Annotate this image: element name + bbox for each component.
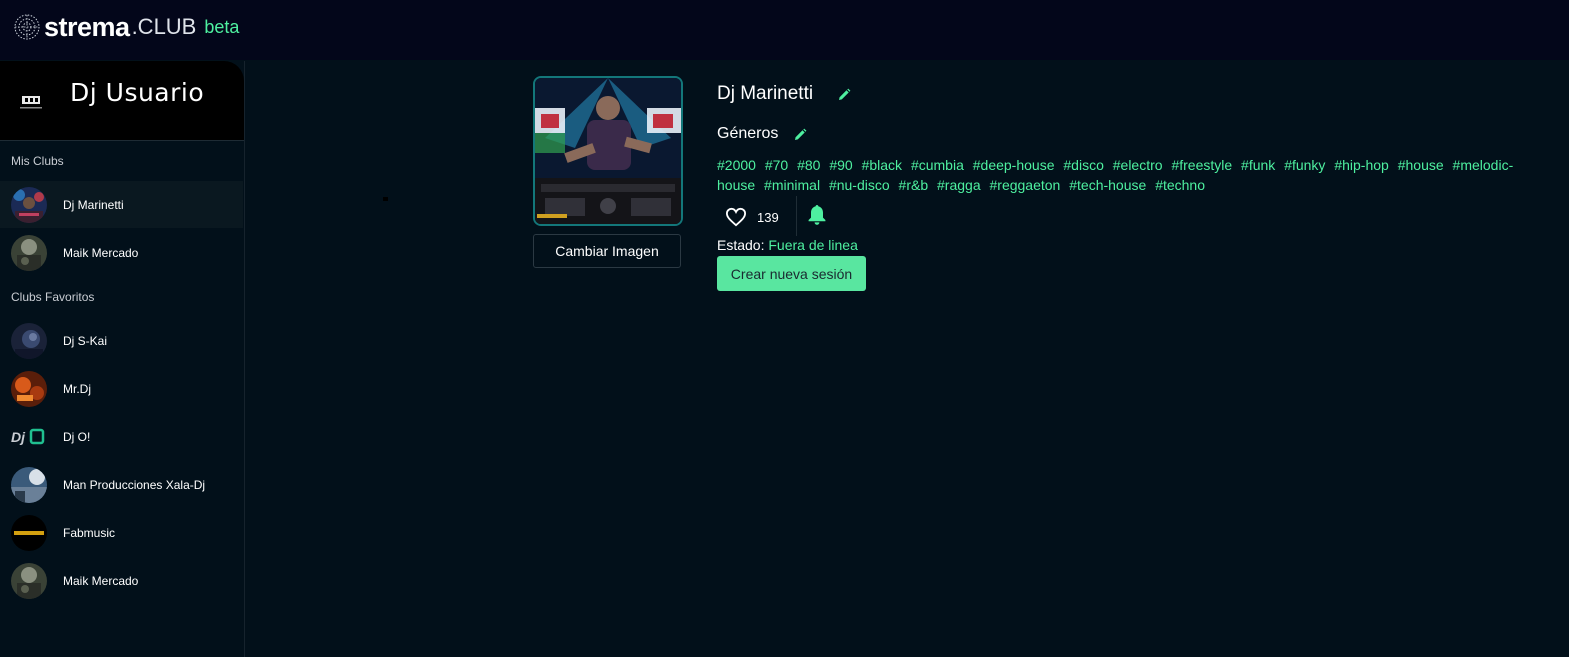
avatar: Dj: [11, 419, 47, 455]
avatar: [11, 466, 47, 503]
user-card[interactable]: Dj Usuario: [0, 61, 244, 141]
svg-text:Dj: Dj: [11, 429, 26, 445]
globe-logo-icon: [14, 14, 40, 40]
avatar: [11, 322, 47, 359]
club-avatar-image: [11, 186, 47, 223]
club-name: Mr.Dj: [63, 381, 91, 396]
genre-tag[interactable]: #90: [829, 157, 852, 173]
logo[interactable]: strema .CLUB beta: [14, 12, 239, 42]
genre-tag[interactable]: #freestyle: [1171, 157, 1232, 173]
sidebar-item-dj-marinetti[interactable]: Dj Marinetti: [0, 181, 243, 228]
club-avatar-image: [11, 234, 47, 271]
heart-icon: [725, 207, 747, 227]
club-avatar-image: [11, 562, 47, 599]
club-name: Maik Mercado: [63, 573, 139, 588]
genre-tag[interactable]: #disco: [1063, 157, 1103, 173]
club-title: Dj Marinetti: [717, 83, 814, 104]
genre-tag[interactable]: #nu-disco: [829, 177, 890, 193]
fabmusic-logo-icon: [11, 514, 47, 551]
club-avatar-image: [11, 322, 47, 359]
stray-mark: [383, 197, 388, 201]
genre-tag[interactable]: #funk: [1241, 157, 1275, 173]
clubs-favoritos-label: Clubs Favoritos: [11, 290, 95, 304]
status: Estado: Fuera de linea: [717, 237, 858, 253]
genre-tag[interactable]: #80: [797, 157, 820, 173]
avatar: [11, 562, 47, 599]
avatar: [11, 186, 47, 223]
dj-photo: [535, 78, 681, 224]
genre-tag[interactable]: #70: [765, 157, 788, 173]
club-avatar-image: [11, 466, 47, 503]
sidebar-item-dj-o[interactable]: Dj Dj O!: [0, 413, 243, 460]
genre-tag[interactable]: #techno: [1155, 177, 1205, 193]
club-avatar-image: [11, 370, 47, 407]
like-count: 139: [757, 209, 779, 225]
genre-tag[interactable]: #hip-hop: [1334, 157, 1389, 173]
club-name: Dj Marinetti: [63, 197, 124, 212]
genre-tag[interactable]: #funky: [1284, 157, 1325, 173]
user-name: Dj Usuario: [70, 78, 205, 107]
club-name: Dj S-Kai: [63, 333, 108, 348]
genre-tag[interactable]: #deep-house: [973, 157, 1055, 173]
sidebar-item-fabmusic[interactable]: Fabmusic: [0, 509, 243, 556]
genre-tag[interactable]: #ragga: [937, 177, 981, 193]
mis-clubs-label: Mis Clubs: [11, 154, 64, 168]
top-bar: strema .CLUB beta: [0, 0, 1569, 60]
avatar: [11, 370, 47, 407]
genre-tag[interactable]: #black: [862, 157, 902, 173]
create-session-button[interactable]: Crear nueva sesión: [717, 256, 866, 291]
genre-tag[interactable]: #electro: [1113, 157, 1163, 173]
divider: [796, 196, 797, 236]
logo-strema: strema: [44, 12, 130, 42]
sidebar-item-man-producciones[interactable]: Man Producciones Xala-Dj: [0, 461, 243, 508]
sidebar-item-maik-mercado-fav[interactable]: Maik Mercado: [0, 557, 243, 604]
genre-tag[interactable]: #tech-house: [1069, 177, 1146, 193]
genre-tag[interactable]: #2000: [717, 157, 756, 173]
logo-club: .CLUB: [131, 14, 197, 39]
avatar: [11, 234, 47, 271]
like-button[interactable]: 139: [725, 201, 779, 233]
sidebar: Dj Usuario Mis Clubs Dj Marinetti Maik M…: [0, 61, 245, 657]
genre-tag[interactable]: #house: [1398, 157, 1444, 173]
genre-tag[interactable]: #reggaeton: [990, 177, 1061, 193]
club-name: Fabmusic: [63, 525, 116, 540]
edit-genres-pencil-icon[interactable]: [793, 128, 807, 142]
genres-label: Géneros: [717, 125, 779, 142]
genre-tag[interactable]: #minimal: [764, 177, 820, 193]
club-name: Man Producciones Xala-Dj: [63, 477, 206, 492]
bell-icon[interactable]: [807, 204, 827, 226]
club-profile-image: [533, 76, 683, 226]
edit-name-pencil-icon[interactable]: [837, 88, 851, 102]
status-label: Estado:: [717, 237, 765, 253]
avatar: [11, 514, 47, 551]
dj-o-logo-icon: Dj: [11, 428, 45, 445]
sidebar-item-mr-dj[interactable]: Mr.Dj: [0, 365, 243, 412]
genre-tag[interactable]: #cumbia: [911, 157, 964, 173]
beta-badge: beta: [204, 17, 240, 37]
sidebar-item-maik-mercado[interactable]: Maik Mercado: [0, 229, 243, 276]
status-value: Fuera de linea: [768, 237, 858, 253]
genre-tags: #2000 #70 #80 #90 #black #cumbia #deep-h…: [717, 155, 1537, 195]
club-name: Maik Mercado: [63, 245, 139, 260]
user-logo-icon: [20, 96, 42, 109]
genre-tag[interactable]: #r&b: [899, 177, 929, 193]
club-name: Dj O!: [63, 429, 91, 444]
sidebar-item-dj-s-kai[interactable]: Dj S-Kai: [0, 317, 243, 364]
change-image-button[interactable]: Cambiar Imagen: [533, 234, 681, 268]
